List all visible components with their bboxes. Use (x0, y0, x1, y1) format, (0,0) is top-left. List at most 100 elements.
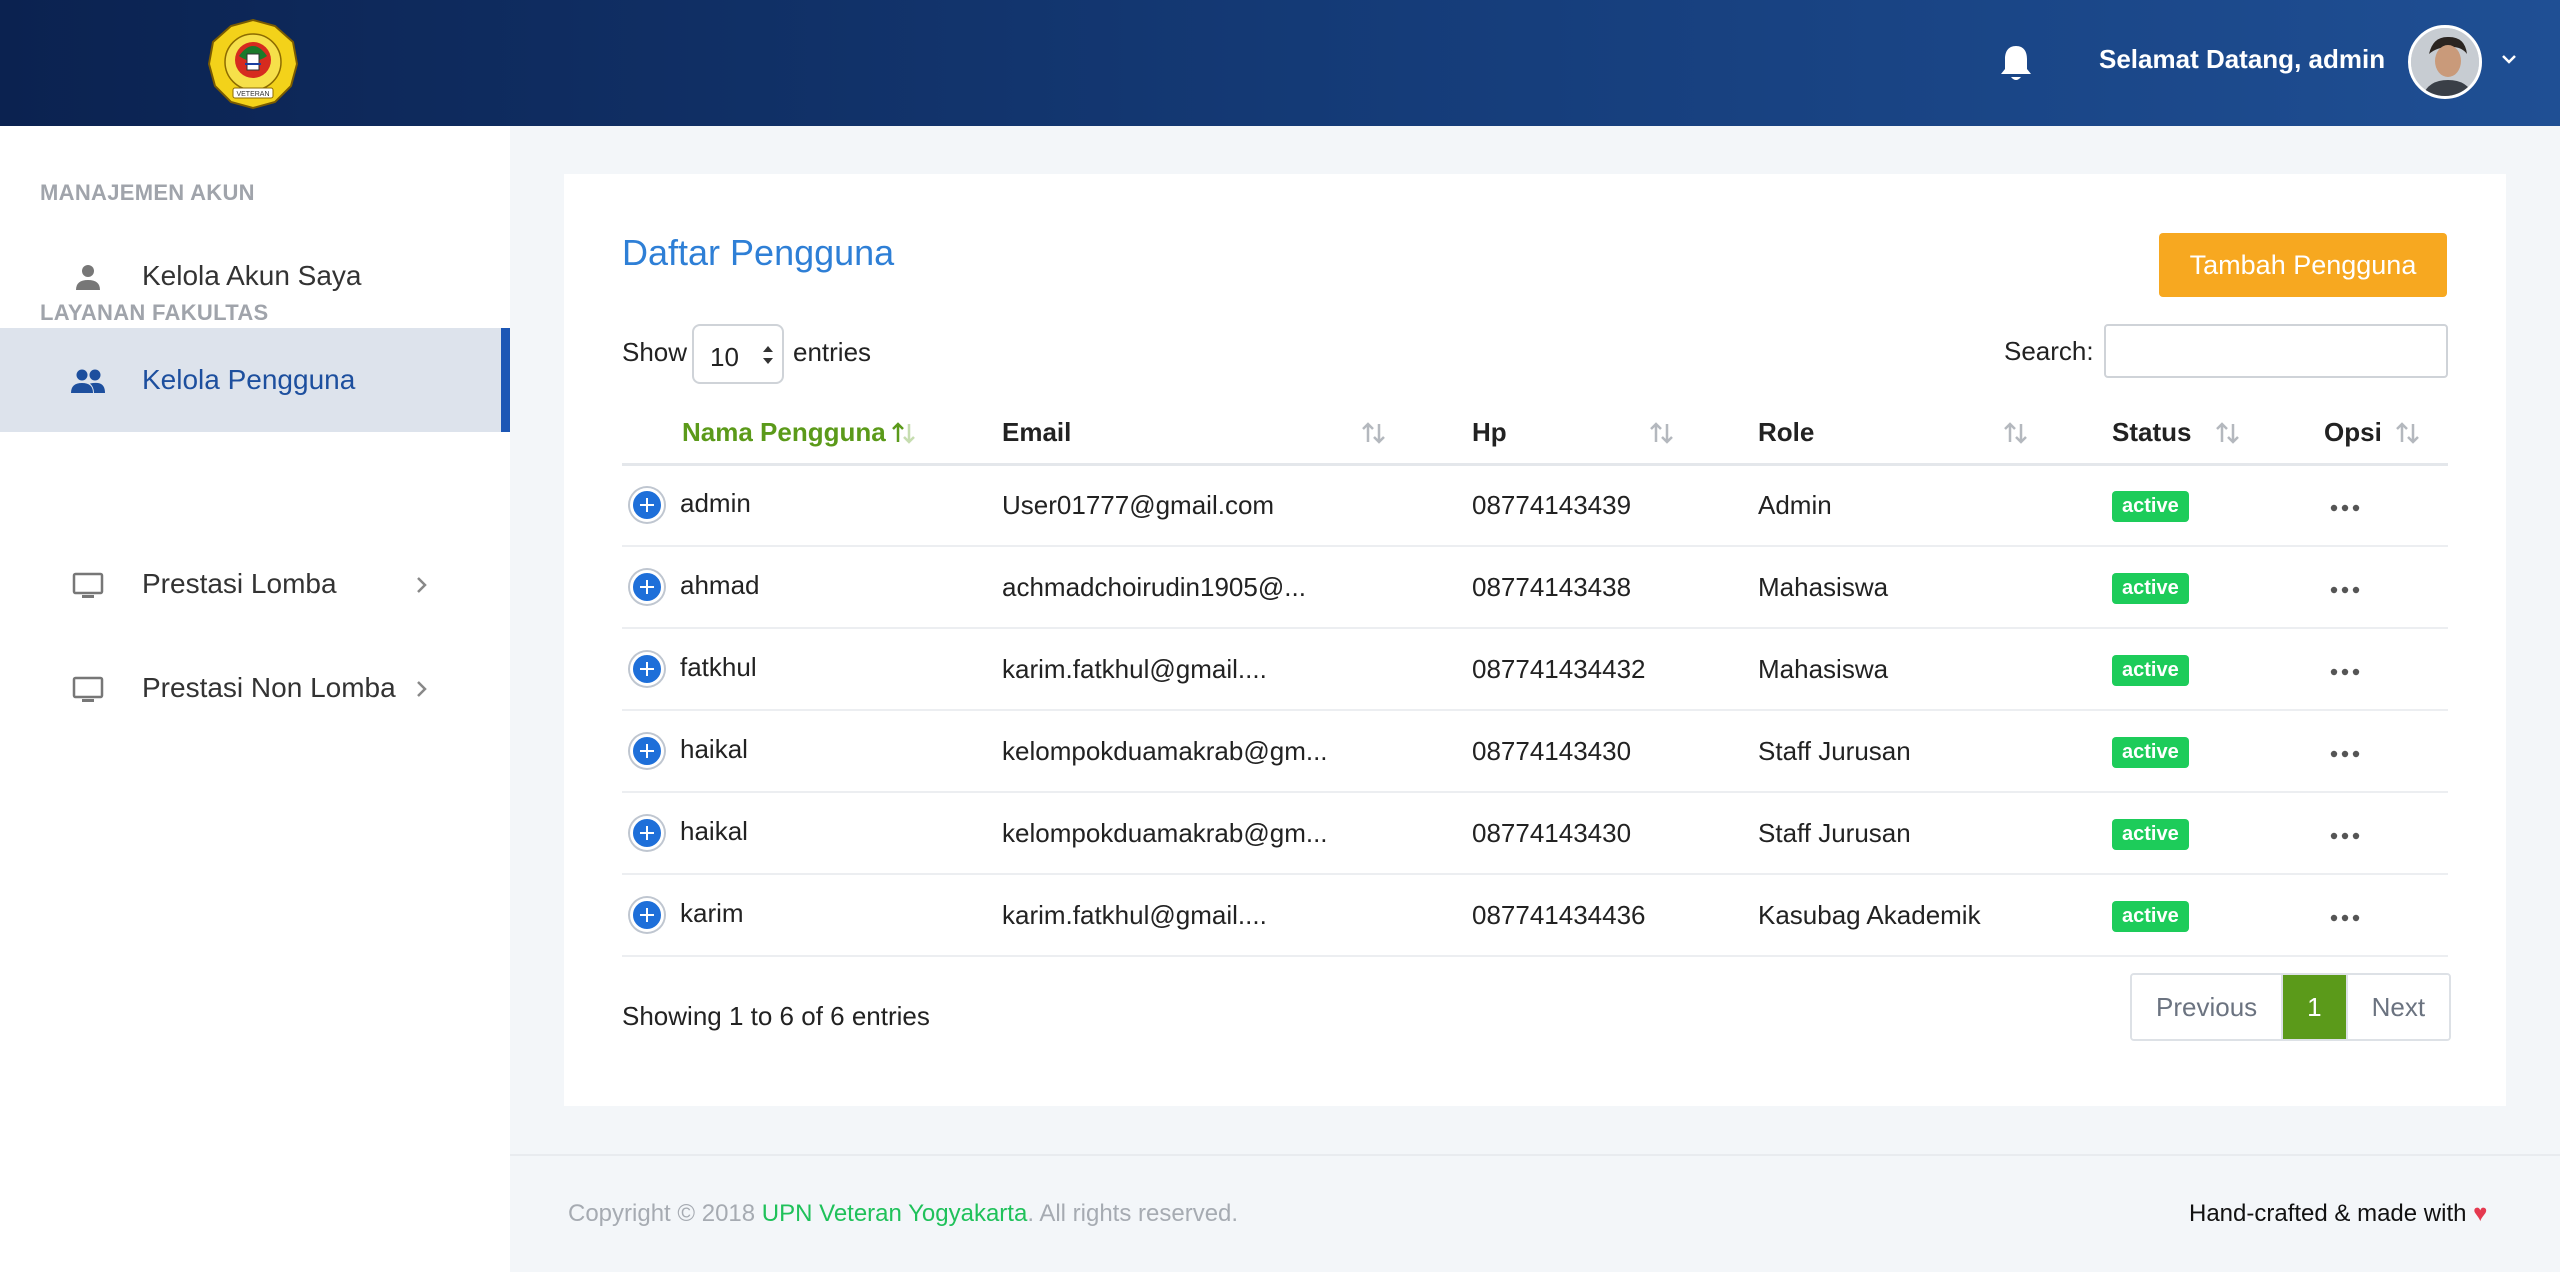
brand-link[interactable]: UPN Veteran Yogyakarta (762, 1200, 1028, 1227)
user-name: ahmad (680, 569, 760, 600)
status-badge: active (2112, 819, 2189, 850)
sidebar-item-kelola-pengguna[interactable]: Kelola Pengguna (0, 328, 510, 432)
search-input[interactable] (2104, 324, 2448, 378)
entries-label: entries (793, 337, 872, 367)
column-header-hp[interactable]: Hp (1472, 402, 1758, 466)
show-label: Show (622, 337, 688, 367)
sidebar-section-layanan-fakultas: LAYANAN FAKULTAS (40, 300, 269, 325)
next-page-button[interactable]: Next (2347, 975, 2450, 1039)
user-role: Staff Jurusan (1758, 735, 1911, 766)
user-role: Admin (1758, 489, 1832, 520)
user-menu-chevron-down-icon[interactable] (2498, 48, 2520, 70)
made-with-text: Hand-crafted & made with ♥ (2189, 1200, 2487, 1228)
cell-opsi (2324, 792, 2448, 875)
chevron-right-icon (414, 574, 430, 596)
user-list-card: Daftar Pengguna Tambah Pengguna Show 10 … (564, 174, 2506, 1106)
cell-opsi (2324, 464, 2448, 547)
monitor-icon (70, 674, 106, 704)
sidebar-item-label: Kelola Pengguna (142, 364, 356, 395)
sidebar-item-label: Prestasi Lomba (142, 568, 337, 599)
sort-icon (2394, 420, 2422, 446)
page-title: Daftar Pengguna (622, 232, 895, 273)
more-options-icon[interactable] (2328, 654, 2362, 675)
user-avatar[interactable] (2408, 25, 2482, 99)
sidebar-item-prestasi-non-lomba[interactable]: Prestasi Non Lomba (0, 636, 510, 740)
column-header-role[interactable]: Role (1758, 402, 2112, 466)
user-role: Staff Jurusan (1758, 817, 1911, 848)
cell-name: haikal (622, 710, 1002, 793)
cell-status: active (2112, 792, 2324, 875)
user-email: kelompokduamakrab@gm... (1002, 817, 1328, 848)
cell-email: karim.fatkhul@gmail.... (1002, 628, 1472, 711)
more-options-icon[interactable] (2328, 736, 2362, 757)
copyright-suffix: . All rights reserved. (1027, 1200, 1239, 1227)
user-name: haikal (680, 815, 748, 846)
previous-page-button[interactable]: Previous (2132, 975, 2284, 1039)
cell-role: Mahasiswa (1758, 546, 2112, 629)
user-name: admin (680, 488, 751, 519)
more-options-icon[interactable] (2328, 818, 2362, 839)
more-options-icon[interactable] (2328, 572, 2362, 593)
status-badge: active (2112, 491, 2189, 523)
user-email: karim.fatkhul@gmail.... (1002, 899, 1267, 930)
cell-opsi (2324, 546, 2448, 629)
copyright-prefix: Copyright © 2018 (568, 1200, 762, 1227)
cell-role: Kasubag Akademik (1758, 874, 2112, 957)
expand-row-plus-icon[interactable] (630, 734, 664, 769)
cell-opsi (2324, 710, 2448, 793)
table-row: haikal kelompokduamakrab@gm... 087741434… (622, 710, 2448, 793)
user-name: haikal (680, 733, 748, 764)
column-header-label: Status (2112, 416, 2192, 447)
notification-bell-icon[interactable] (1996, 42, 2036, 84)
cell-email: karim.fatkhul@gmail.... (1002, 874, 1472, 957)
column-header-status[interactable]: Status (2112, 402, 2324, 466)
expand-row-plus-icon[interactable] (630, 488, 664, 523)
top-bar: VETERAN Selamat Datang, admin (0, 0, 2560, 126)
column-header-label: Hp (1472, 416, 1507, 447)
column-header-opsi[interactable]: Opsi (2324, 402, 2448, 466)
column-header-email[interactable]: Email (1002, 402, 1472, 466)
table-header-row: Nama Pengguna Email Hp Role Status Opsi (622, 402, 2448, 466)
page-size-select[interactable]: 10 (692, 324, 784, 384)
sidebar-item-label: Prestasi Non Lomba (142, 672, 396, 703)
page-1-button[interactable]: 1 (2283, 975, 2348, 1039)
table-row: haikal kelompokduamakrab@gm... 087741434… (622, 792, 2448, 875)
table-row: ahmad achmadchoirudin1905@... 0877414343… (622, 546, 2448, 629)
users-table: Nama Pengguna Email Hp Role Status Opsi … (622, 402, 2448, 957)
people-icon (70, 366, 106, 396)
cell-email: achmadchoirudin1905@... (1002, 546, 1472, 629)
column-header-label: Email (1002, 416, 1072, 447)
expand-row-plus-icon[interactable] (630, 816, 664, 851)
cell-status: active (2112, 710, 2324, 793)
user-email: karim.fatkhul@gmail.... (1002, 653, 1267, 684)
sort-ascending-icon (890, 420, 918, 446)
cell-name: karim (622, 874, 1002, 957)
user-hp: 08774143439 (1472, 489, 1632, 520)
user-hp: 087741434436 (1472, 899, 1646, 930)
add-user-button[interactable]: Tambah Pengguna (2159, 233, 2447, 297)
cell-name: haikal (622, 792, 1002, 875)
sidebar-item-prestasi-lomba[interactable]: Prestasi Lomba (0, 532, 510, 636)
expand-row-plus-icon[interactable] (630, 898, 664, 933)
user-hp: 08774143430 (1472, 735, 1632, 766)
person-icon (70, 262, 106, 292)
logo-text: VETERAN (236, 91, 269, 98)
expand-row-plus-icon[interactable] (630, 570, 664, 605)
user-role: Mahasiswa (1758, 653, 1889, 684)
cell-hp: 08774143438 (1472, 546, 1758, 629)
column-header-nama-pengguna[interactable]: Nama Pengguna (622, 402, 1002, 466)
university-logo[interactable]: VETERAN (205, 16, 301, 112)
cell-hp: 08774143439 (1472, 464, 1758, 547)
cell-hp: 087741434432 (1472, 628, 1758, 711)
sort-icon (2002, 420, 2030, 446)
user-email: achmadchoirudin1905@... (1002, 571, 1306, 602)
cell-email: kelompokduamakrab@gm... (1002, 792, 1472, 875)
cell-email: User01777@gmail.com (1002, 464, 1472, 547)
cell-hp: 087741434436 (1472, 874, 1758, 957)
expand-row-plus-icon[interactable] (630, 652, 664, 687)
more-options-icon[interactable] (2328, 490, 2362, 511)
column-header-label: Opsi (2324, 416, 2382, 447)
cell-hp: 08774143430 (1472, 710, 1758, 793)
heart-icon: ♥ (2473, 1200, 2488, 1227)
more-options-icon[interactable] (2328, 900, 2362, 921)
